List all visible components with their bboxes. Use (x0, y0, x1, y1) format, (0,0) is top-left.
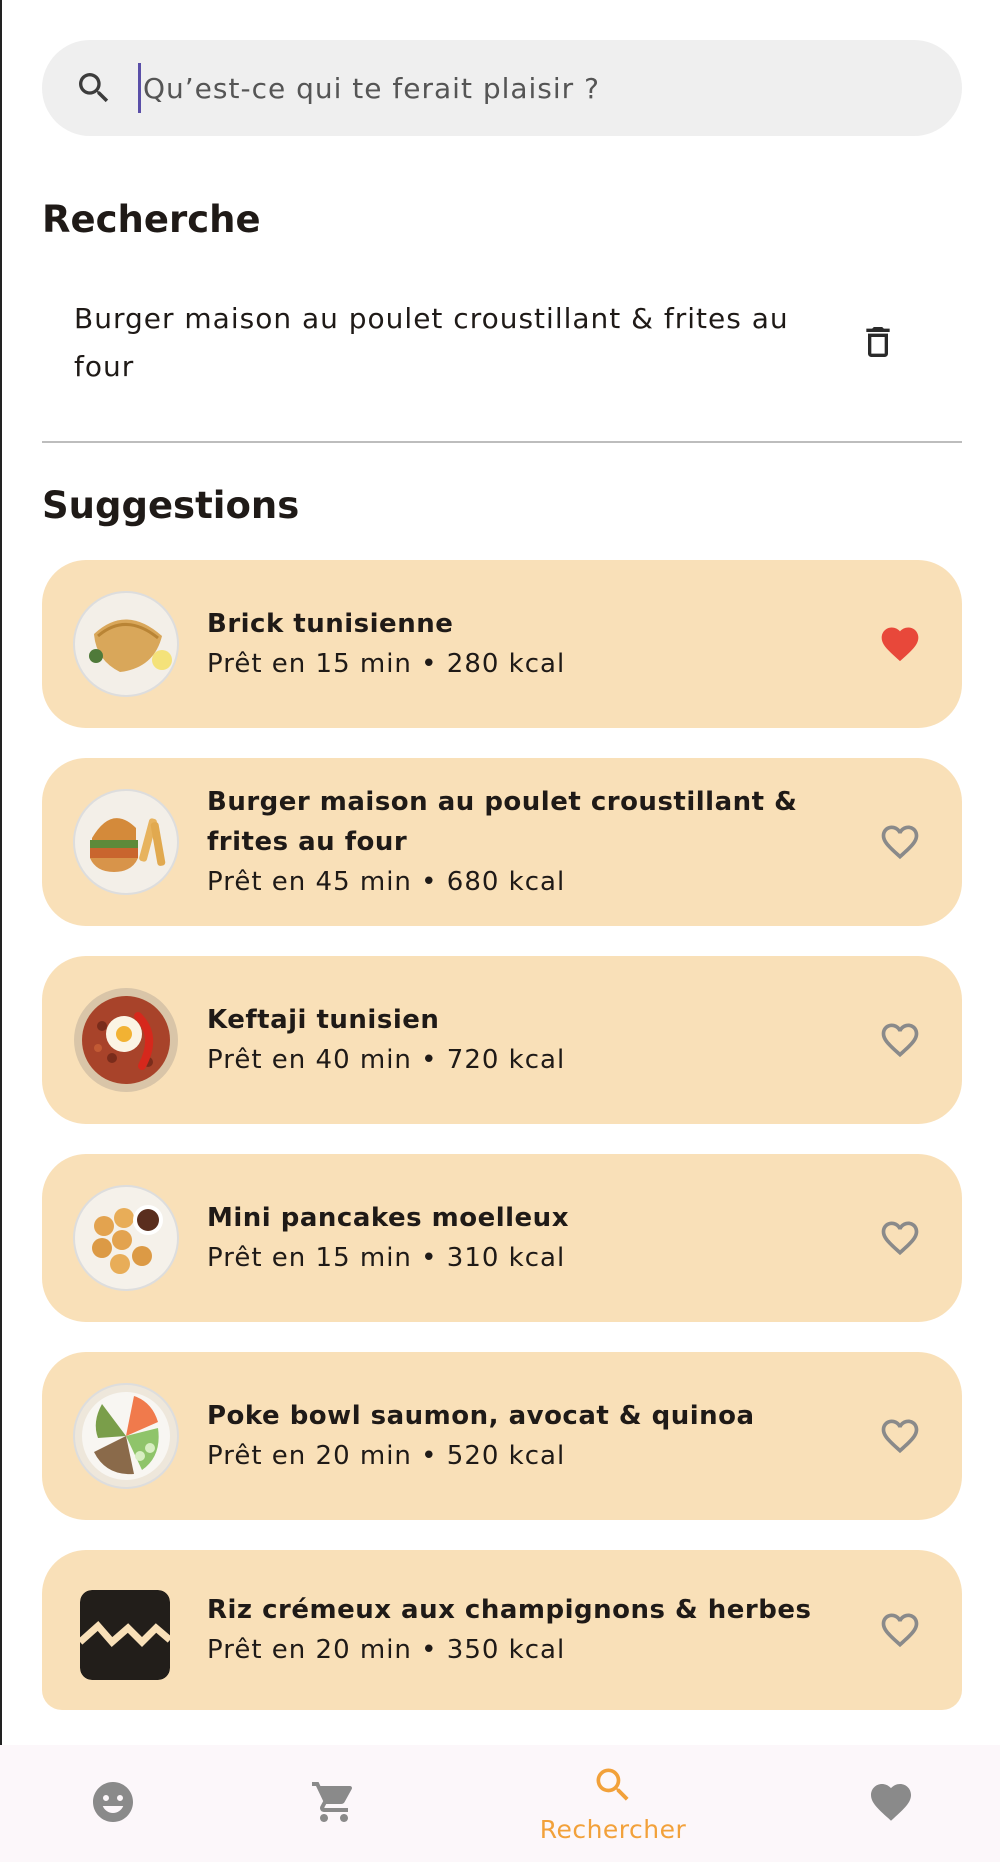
recipe-title: Keftaji tunisien (207, 1005, 440, 1035)
recipe-card[interactable]: Keftaji tunisien Prêt en 40 min • 720 kc… (42, 956, 962, 1124)
favorite-outline-icon[interactable] (872, 1602, 928, 1658)
search-icon (591, 1763, 635, 1811)
delete-icon[interactable] (850, 314, 906, 370)
recipe-meta: Prêt en 20 min • 520 kcal (207, 1441, 566, 1471)
search-bar[interactable] (42, 40, 962, 136)
recipe-meta: Prêt en 20 min • 350 kcal (207, 1635, 566, 1665)
recipe-thumbnail-pancakes (72, 1184, 180, 1292)
divider (42, 441, 962, 443)
recipe-text: Riz crémeux aux champignons & herbes Prê… (207, 1590, 847, 1670)
recipe-text: Mini pancakes moelleux Prêt en 15 min • … (207, 1198, 847, 1278)
search-icon (62, 56, 126, 120)
recipe-thumbnail-poke-bowl (72, 1382, 180, 1490)
text-cursor (138, 63, 141, 113)
recipe-card[interactable]: Burger maison au poulet croustillant & f… (42, 758, 962, 926)
recipe-title: Burger maison au poulet croustillant & f… (207, 787, 798, 857)
recipe-title: Riz crémeux aux champignons & herbes (207, 1595, 812, 1625)
nav-item-profile[interactable] (33, 1745, 193, 1862)
recipe-text: Burger maison au poulet croustillant & f… (207, 782, 847, 902)
heart-icon (867, 1778, 915, 1830)
favorite-filled-icon[interactable] (872, 616, 928, 672)
recipe-text: Brick tunisienne Prêt en 15 min • 280 kc… (207, 604, 847, 684)
recipe-meta: Prêt en 40 min • 720 kcal (207, 1045, 566, 1075)
nav-label-search: Rechercher (539, 1815, 687, 1844)
recipe-card[interactable]: Riz crémeux aux champignons & herbes Prê… (42, 1550, 962, 1710)
recipe-thumbnail-keftaji (72, 986, 180, 1094)
nav-item-favorites[interactable] (811, 1745, 971, 1862)
recipe-meta: Prêt en 15 min • 280 kcal (207, 649, 566, 679)
recipe-meta: Prêt en 45 min • 680 kcal (207, 867, 566, 897)
recipe-text: Poke bowl saumon, avocat & quinoa Prêt e… (207, 1396, 847, 1476)
favorite-outline-icon[interactable] (872, 1408, 928, 1464)
recipe-text: Keftaji tunisien Prêt en 40 min • 720 kc… (207, 1000, 847, 1080)
recipe-title: Poke bowl saumon, avocat & quinoa (207, 1401, 755, 1431)
suggestions-title: Suggestions (42, 484, 300, 527)
recipe-card[interactable]: Brick tunisienne Prêt en 15 min • 280 kc… (42, 560, 962, 728)
favorite-outline-icon[interactable] (872, 1210, 928, 1266)
image-placeholder-icon (80, 1590, 170, 1680)
recipe-thumbnail-brick (72, 590, 180, 698)
nav-item-search[interactable]: Rechercher (533, 1745, 693, 1862)
nav-item-cart[interactable] (254, 1745, 414, 1862)
bottom-navigation: Rechercher (0, 1745, 1000, 1862)
recent-search-text: Burger maison au poulet croustillant & f… (74, 302, 789, 383)
cart-icon (310, 1778, 358, 1830)
recent-search-item[interactable]: Burger maison au poulet croustillant & f… (42, 278, 962, 408)
recipe-card[interactable]: Mini pancakes moelleux Prêt en 15 min • … (42, 1154, 962, 1322)
window-edge (0, 0, 2, 1862)
favorite-outline-icon[interactable] (872, 1012, 928, 1068)
recipe-title: Mini pancakes moelleux (207, 1203, 569, 1233)
recipe-title: Brick tunisienne (207, 609, 454, 639)
recipe-meta: Prêt en 15 min • 310 kcal (207, 1243, 566, 1273)
favorite-outline-icon[interactable] (872, 814, 928, 870)
recipe-card[interactable]: Poke bowl saumon, avocat & quinoa Prêt e… (42, 1352, 962, 1520)
recent-searches-title: Recherche (42, 198, 261, 241)
mood-icon (89, 1778, 137, 1830)
recipe-thumbnail-burger (72, 788, 180, 896)
search-input[interactable] (143, 71, 843, 105)
